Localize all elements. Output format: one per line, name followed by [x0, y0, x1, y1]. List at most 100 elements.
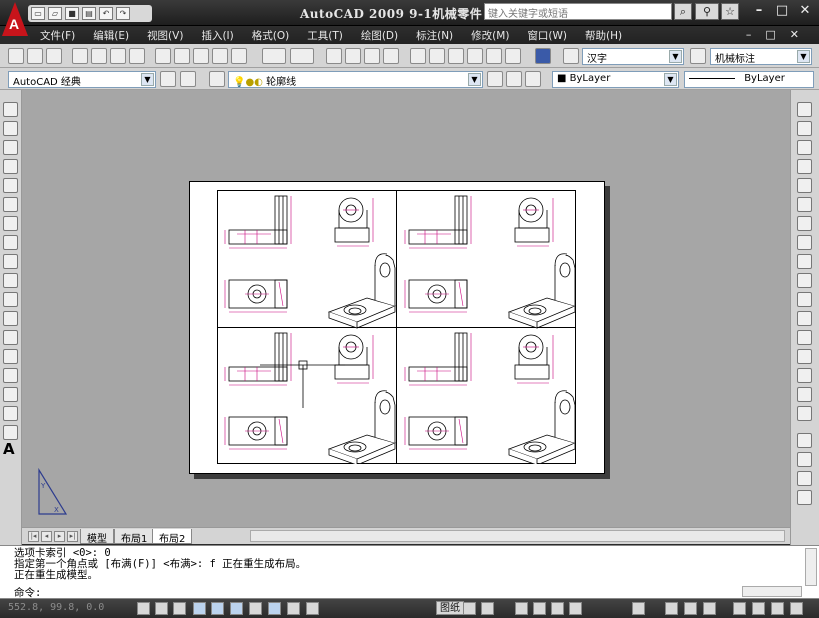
communication-center-icon[interactable]: ⚲: [695, 3, 719, 20]
workspace-select[interactable]: AutoCAD 经典 ▼: [8, 71, 156, 88]
dimension-style-icon[interactable]: [690, 48, 706, 64]
annotation-visibility-icon[interactable]: [684, 602, 697, 615]
restore-icon[interactable]: □: [772, 4, 792, 20]
command-horizontal-scrollbar[interactable]: [742, 586, 802, 597]
horizontal-scrollbar[interactable]: [250, 530, 785, 542]
workspace-settings-icon[interactable]: [160, 71, 176, 87]
insert-block-icon[interactable]: [3, 311, 18, 326]
zoom-realtime-icon[interactable]: [345, 48, 361, 64]
menu-window[interactable]: 窗口(W): [527, 28, 567, 43]
snap-mode-icon[interactable]: [137, 602, 150, 615]
gradient-icon[interactable]: [3, 387, 18, 402]
break-at-point-icon[interactable]: [797, 311, 812, 326]
layer-previous-icon[interactable]: [506, 71, 522, 87]
print-icon[interactable]: ▤: [82, 7, 96, 20]
3d-dwf-icon[interactable]: [129, 48, 145, 64]
dimension-style-select[interactable]: 机械标注 ▼: [710, 48, 812, 65]
redo-tool-icon[interactable]: [290, 48, 314, 64]
menu-format[interactable]: 格式(O): [252, 28, 289, 43]
copy-object-icon[interactable]: [797, 121, 812, 136]
close-icon[interactable]: ✕: [795, 4, 815, 20]
menu-edit[interactable]: 编辑(E): [93, 28, 129, 43]
command-scrollbar[interactable]: [805, 548, 817, 586]
line-icon[interactable]: [3, 102, 18, 117]
pan-status-icon[interactable]: [515, 602, 528, 615]
command-input[interactable]: 命令:: [14, 588, 41, 599]
menu-dimension[interactable]: 标注(N): [416, 28, 453, 43]
send-under-icon[interactable]: [797, 490, 812, 505]
menu-insert[interactable]: 插入(I): [201, 28, 233, 43]
zoom-status-icon[interactable]: [533, 602, 546, 615]
spline-icon[interactable]: [3, 254, 18, 269]
publish-icon[interactable]: [110, 48, 126, 64]
workspace-switch-icon[interactable]: [733, 602, 746, 615]
pan-icon[interactable]: [326, 48, 342, 64]
save-file-icon[interactable]: [46, 48, 62, 64]
next-tab-icon[interactable]: ▸: [54, 531, 65, 542]
steering-wheel-icon[interactable]: [551, 602, 564, 615]
polar-tracking-icon[interactable]: [193, 602, 206, 615]
save-icon[interactable]: ■: [65, 7, 79, 20]
tab-layout1[interactable]: 布局1: [114, 529, 155, 545]
explode-icon[interactable]: [797, 406, 812, 421]
region-icon[interactable]: [3, 406, 18, 421]
text-style-icon[interactable]: [563, 48, 579, 64]
ellipse-icon[interactable]: [3, 273, 18, 288]
block-editor-icon[interactable]: [231, 48, 247, 64]
grid-display-icon[interactable]: [155, 602, 168, 615]
undo-icon[interactable]: ↶: [99, 7, 113, 20]
color-select[interactable]: ■ ByLayer ▼: [552, 71, 679, 88]
clean-screen-icon[interactable]: [790, 602, 803, 615]
undo-tool-icon[interactable]: [262, 48, 286, 64]
text-style-select[interactable]: 汉字 ▼: [582, 48, 684, 65]
polyline-icon[interactable]: [3, 140, 18, 155]
layer-states-icon[interactable]: [525, 71, 541, 87]
showmotion-icon[interactable]: [569, 602, 582, 615]
tab-layout2[interactable]: 布局2: [152, 529, 193, 545]
paste-icon[interactable]: [193, 48, 209, 64]
qnew-icon[interactable]: [8, 48, 24, 64]
search-icon[interactable]: ⌕: [674, 3, 692, 20]
join-icon[interactable]: [797, 349, 812, 364]
polygon-icon[interactable]: [3, 159, 18, 174]
object-snap-tracking-icon[interactable]: [230, 602, 243, 615]
draw-order-back-icon[interactable]: [797, 452, 812, 467]
tab-model[interactable]: 模型: [80, 529, 114, 545]
multiline-text-icon[interactable]: A: [3, 440, 15, 458]
minimize-icon[interactable]: –: [749, 4, 769, 20]
table-icon[interactable]: [3, 425, 18, 440]
move-icon[interactable]: [797, 197, 812, 212]
arc-icon[interactable]: [3, 197, 18, 212]
hatch-icon[interactable]: [3, 368, 18, 383]
lineweight-icon[interactable]: [287, 602, 300, 615]
scale-icon[interactable]: [797, 235, 812, 250]
linetype-select[interactable]: ByLayer: [684, 71, 814, 88]
ellipse-arc-icon[interactable]: [3, 292, 18, 307]
first-tab-icon[interactable]: |◂: [28, 531, 39, 542]
fillet-icon[interactable]: [797, 387, 812, 402]
annotation-scale-icon[interactable]: [665, 602, 678, 615]
rectangle-icon[interactable]: [3, 178, 18, 193]
customize-icon[interactable]: [180, 71, 196, 87]
open-icon[interactable]: ▱: [48, 7, 62, 20]
coordinate-readout[interactable]: 552.8, 99.8, 0.0: [8, 602, 104, 613]
dynamic-ucs-icon[interactable]: [249, 602, 262, 615]
plot-preview-icon[interactable]: [91, 48, 107, 64]
layer-select[interactable]: 💡●◐ 轮廓线 ▼: [228, 71, 483, 88]
plot-icon[interactable]: [72, 48, 88, 64]
help-icon[interactable]: [535, 48, 551, 64]
trim-icon[interactable]: [797, 273, 812, 288]
tool-palettes-icon[interactable]: [448, 48, 464, 64]
point-icon[interactable]: [3, 349, 18, 364]
object-snap-icon[interactable]: [211, 602, 224, 615]
open-file-icon[interactable]: [27, 48, 43, 64]
ortho-mode-icon[interactable]: [173, 602, 186, 615]
rotate-icon[interactable]: [797, 216, 812, 231]
last-tab-icon[interactable]: ▸|: [67, 531, 78, 542]
search-input[interactable]: 键入关键字或短语: [484, 3, 672, 20]
previous-tab-icon[interactable]: ◂: [41, 531, 52, 542]
erase-icon[interactable]: [797, 102, 812, 117]
markup-icon[interactable]: [486, 48, 502, 64]
draw-order-front-icon[interactable]: [797, 433, 812, 448]
circle-icon[interactable]: [3, 216, 18, 231]
